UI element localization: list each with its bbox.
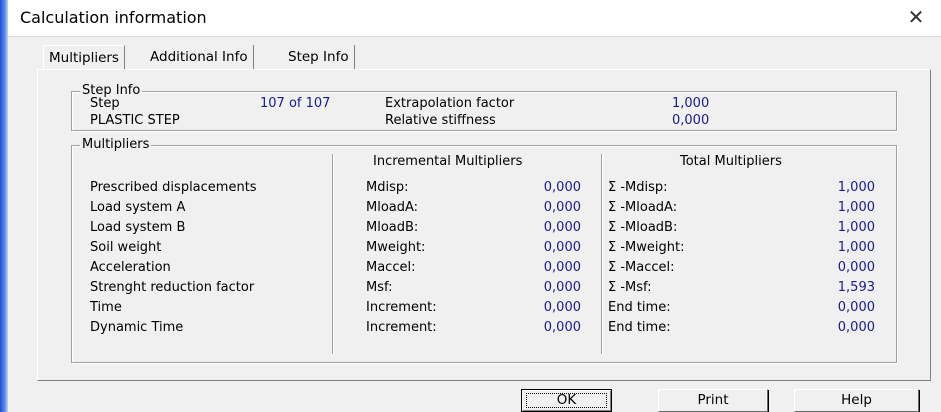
row-label-time: Time bbox=[90, 300, 122, 315]
column-separator-2 bbox=[601, 154, 602, 354]
row-label-dynamic-time: Dynamic Time bbox=[90, 320, 184, 335]
extrapolation-factor-label: Extrapolation factor bbox=[385, 96, 515, 111]
close-icon: ✕ bbox=[907, 5, 925, 29]
inc-value-maccel: 0,000 bbox=[543, 260, 581, 275]
step-value: 107 of 107 bbox=[260, 96, 331, 111]
tot-value-dynamic-end-time: 0,000 bbox=[837, 320, 875, 335]
tot-value-mweight: 1,000 bbox=[837, 240, 875, 255]
tab-step-info[interactable]: Step Info bbox=[283, 45, 355, 69]
tot-name-mdisp: Σ -Mdisp: bbox=[608, 180, 668, 195]
help-button[interactable]: Help bbox=[794, 389, 919, 412]
tot-value-mloada: 1,000 bbox=[837, 200, 875, 215]
incremental-multipliers-header: Incremental Multipliers bbox=[373, 154, 523, 169]
ok-button[interactable]: OK bbox=[521, 389, 612, 412]
phase-label: PLASTIC STEP bbox=[90, 113, 180, 128]
column-separator-1 bbox=[332, 154, 333, 354]
ok-button-label: OK bbox=[556, 392, 577, 408]
inc-value-mweight: 0,000 bbox=[543, 240, 581, 255]
title-bar: Calculation information ✕ bbox=[8, 0, 941, 36]
step-label: Step bbox=[90, 96, 120, 111]
inc-name-mdisp: Mdisp: bbox=[366, 180, 409, 195]
row-label-acceleration: Acceleration bbox=[90, 260, 171, 275]
inc-name-msf: Msf: bbox=[366, 280, 393, 295]
tot-name-mloada: Σ -MloadA: bbox=[608, 200, 678, 215]
print-button-label: Print bbox=[697, 392, 729, 408]
tab-additional-info[interactable]: Additional Info bbox=[145, 45, 254, 69]
inc-value-time-increment: 0,000 bbox=[543, 300, 581, 315]
multipliers-group: Multipliers bbox=[71, 137, 897, 363]
tot-name-mloadb: Σ -MloadB: bbox=[608, 220, 678, 235]
tot-name-dynamic-end-time: End time: bbox=[608, 320, 671, 335]
tot-name-maccel: Σ -Maccel: bbox=[608, 260, 675, 275]
background-window-edge bbox=[0, 0, 8, 412]
inc-name-mloadb: MloadB: bbox=[366, 220, 419, 235]
tot-value-mdisp: 1,000 bbox=[837, 180, 875, 195]
tab-panel-multipliers: Step Info Step 107 of 107 PLASTIC STEP E… bbox=[37, 69, 931, 381]
window-title: Calculation information bbox=[20, 8, 207, 27]
extrapolation-factor-value: 1,000 bbox=[672, 96, 710, 111]
row-label-prescribed-displacements: Prescribed displacements bbox=[90, 180, 257, 195]
print-button[interactable]: Print bbox=[658, 389, 768, 412]
tot-name-end-time: End time: bbox=[608, 300, 671, 315]
tot-name-mweight: Σ -Mweight: bbox=[608, 240, 685, 255]
row-label-load-system-a: Load system A bbox=[90, 200, 186, 215]
relative-stiffness-value: 0,000 bbox=[672, 113, 710, 128]
tab-multipliers[interactable]: Multipliers bbox=[43, 45, 125, 70]
inc-name-maccel: Maccel: bbox=[366, 260, 416, 275]
total-multipliers-header: Total Multipliers bbox=[680, 154, 782, 169]
tot-value-msf: 1,593 bbox=[837, 280, 875, 295]
inc-value-mloadb: 0,000 bbox=[543, 220, 581, 235]
multipliers-group-title: Multipliers bbox=[80, 137, 152, 152]
tot-value-end-time: 0,000 bbox=[837, 300, 875, 315]
inc-value-dynamic-increment: 0,000 bbox=[543, 320, 581, 335]
inc-name-mweight: Mweight: bbox=[366, 240, 426, 255]
inc-value-mdisp: 0,000 bbox=[543, 180, 581, 195]
close-button[interactable]: ✕ bbox=[903, 4, 929, 30]
tot-value-mloadb: 1,000 bbox=[837, 220, 875, 235]
inc-value-msf: 0,000 bbox=[543, 280, 581, 295]
tot-value-maccel: 0,000 bbox=[837, 260, 875, 275]
inc-name-dynamic-increment: Increment: bbox=[366, 320, 437, 335]
help-button-label: Help bbox=[841, 392, 872, 408]
inc-value-mloada: 0,000 bbox=[543, 200, 581, 215]
row-label-soil-weight: Soil weight bbox=[90, 240, 162, 255]
inc-name-time-increment: Increment: bbox=[366, 300, 437, 315]
inc-name-mloada: MloadA: bbox=[366, 200, 419, 215]
tot-name-msf: Σ -Msf: bbox=[608, 280, 652, 295]
title-separator bbox=[8, 36, 941, 37]
row-label-strength-reduction-factor: Strenght reduction factor bbox=[90, 280, 255, 295]
row-label-load-system-b: Load system B bbox=[90, 220, 186, 235]
relative-stiffness-label: Relative stiffness bbox=[385, 113, 496, 128]
